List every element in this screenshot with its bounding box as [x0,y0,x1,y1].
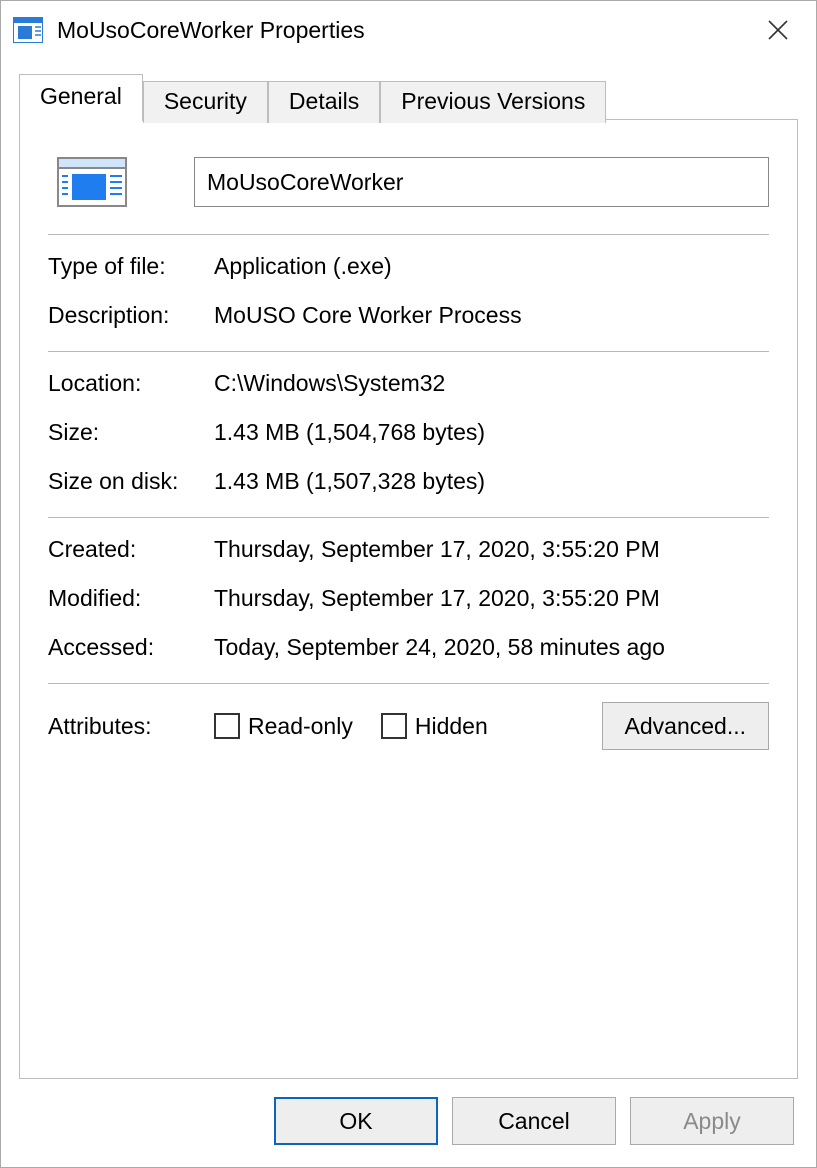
window-title: MoUsoCoreWorker Properties [57,17,746,44]
separator [48,683,769,684]
dialog-buttons: OK Cancel Apply [1,1079,816,1167]
label-type-of-file: Type of file: [48,253,214,280]
checkbox-box-icon [381,713,407,739]
separator [48,351,769,352]
checkbox-read-only[interactable]: Read-only [214,713,353,740]
filename-input[interactable] [194,157,769,207]
app-icon [11,13,45,47]
checkbox-box-icon [214,713,240,739]
label-accessed: Accessed: [48,634,214,661]
label-created: Created: [48,536,214,563]
separator [48,234,769,235]
label-size: Size: [48,419,214,446]
checkbox-read-only-label: Read-only [248,713,353,740]
value-created: Thursday, September 17, 2020, 3:55:20 PM [214,536,769,563]
checkbox-hidden-label: Hidden [415,713,488,740]
value-size-on-disk: 1.43 MB (1,507,328 bytes) [214,468,769,495]
close-button[interactable] [746,10,810,50]
tab-details[interactable]: Details [268,81,380,123]
label-description: Description: [48,302,214,329]
value-type-of-file: Application (.exe) [214,253,769,280]
tab-previous-versions[interactable]: Previous Versions [380,81,606,123]
ok-button[interactable]: OK [274,1097,438,1145]
titlebar: MoUsoCoreWorker Properties [1,1,816,59]
label-location: Location: [48,370,214,397]
file-type-icon [48,148,136,216]
tab-strip: General Security Details Previous Versio… [19,73,798,120]
properties-dialog: MoUsoCoreWorker Properties General Secur… [0,0,817,1168]
separator [48,517,769,518]
apply-button[interactable]: Apply [630,1097,794,1145]
value-location: C:\Windows\System32 [214,370,769,397]
tab-general[interactable]: General [19,74,143,121]
checkbox-hidden[interactable]: Hidden [381,713,488,740]
value-description: MoUSO Core Worker Process [214,302,769,329]
value-modified: Thursday, September 17, 2020, 3:55:20 PM [214,585,769,612]
label-attributes: Attributes: [48,713,214,740]
close-icon [767,19,789,41]
advanced-button[interactable]: Advanced... [602,702,769,750]
value-size: 1.43 MB (1,504,768 bytes) [214,419,769,446]
cancel-button[interactable]: Cancel [452,1097,616,1145]
tab-security[interactable]: Security [143,81,268,123]
tab-body-general: Type of file: Application (.exe) Descrip… [19,119,798,1079]
label-modified: Modified: [48,585,214,612]
value-accessed: Today, September 24, 2020, 58 minutes ag… [214,634,769,661]
label-size-on-disk: Size on disk: [48,468,214,495]
client-area: General Security Details Previous Versio… [1,59,816,1079]
